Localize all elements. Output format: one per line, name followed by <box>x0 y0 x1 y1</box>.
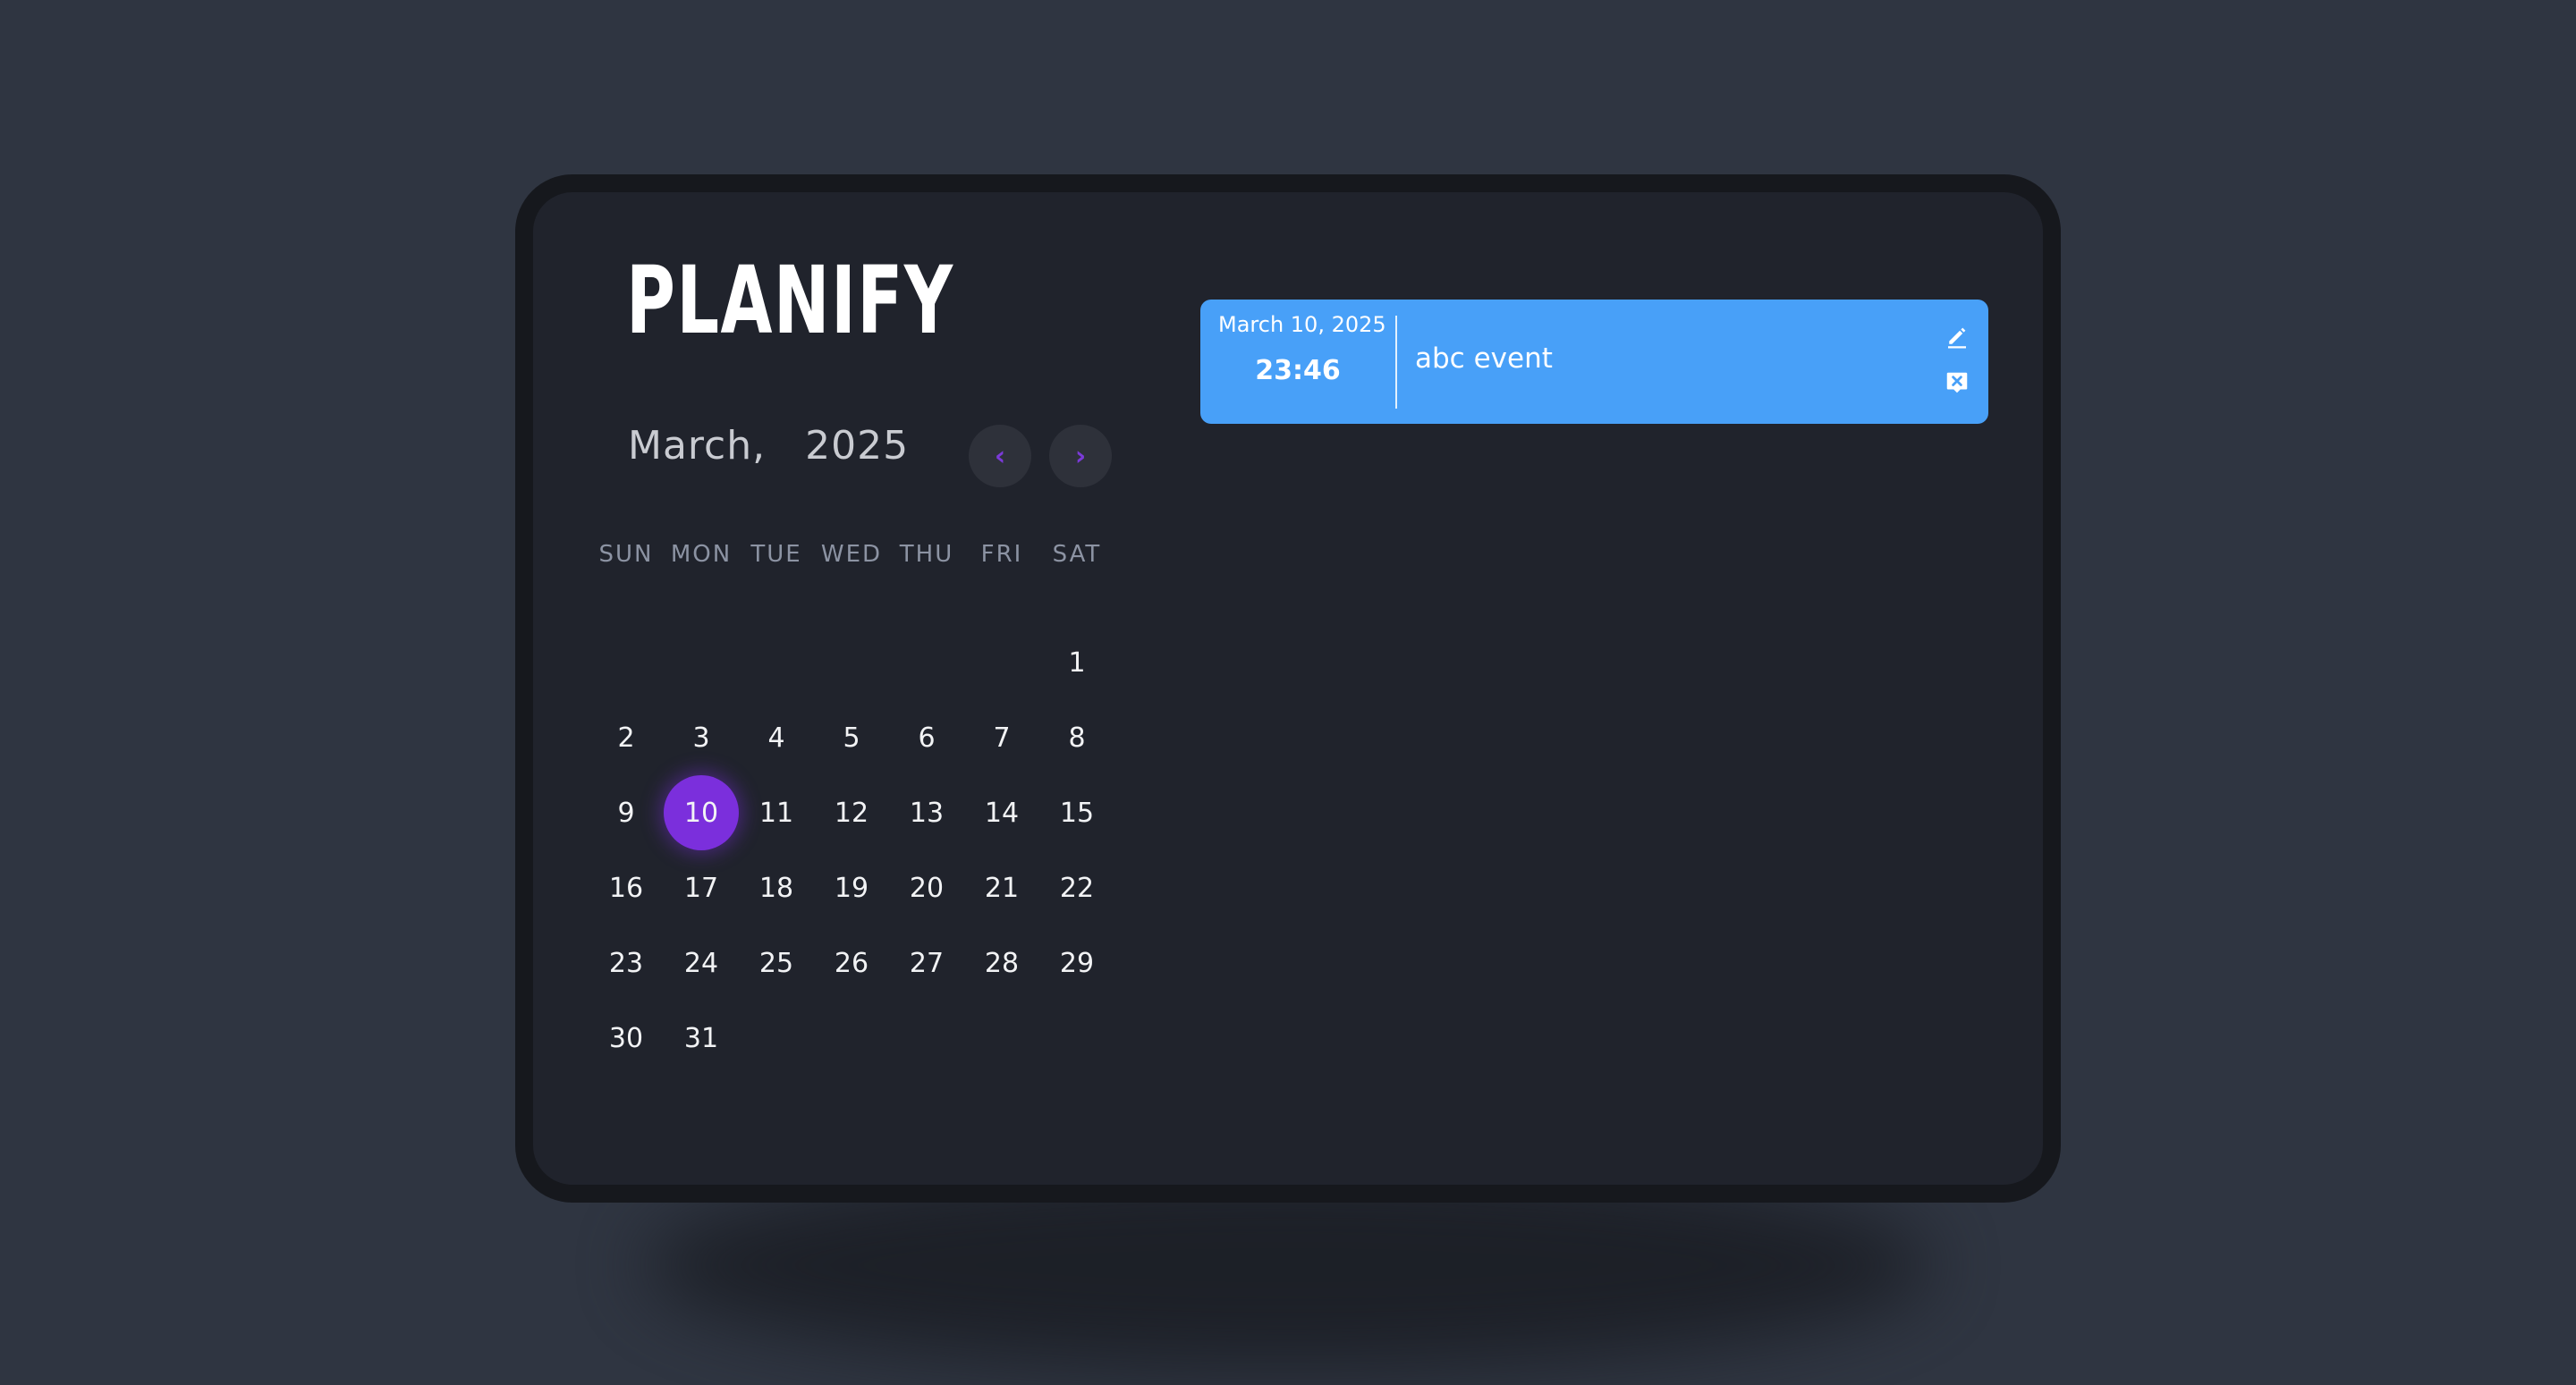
chevron-right-icon: › <box>1074 440 1087 472</box>
day-number: 31 <box>683 1022 719 1054</box>
month-header: March, 2025 <box>628 423 909 469</box>
day-cell-empty <box>964 625 1039 700</box>
day-cell[interactable]: 12 <box>814 775 889 850</box>
event-title: abc event <box>1415 342 1553 375</box>
day-cell[interactable]: 15 <box>1039 775 1114 850</box>
year-label: 2025 <box>805 423 910 469</box>
day-cell[interactable]: 24 <box>664 925 739 1001</box>
day-number: 9 <box>617 797 635 829</box>
day-number: 30 <box>608 1022 644 1054</box>
pencil-icon <box>1948 327 1966 349</box>
day-cell[interactable]: 3 <box>664 700 739 775</box>
day-cell[interactable]: 31 <box>664 1001 739 1076</box>
day-number: 24 <box>683 947 719 979</box>
day-cell[interactable]: 27 <box>889 925 964 1001</box>
weekday-sun: SUN <box>598 541 654 568</box>
day-cell[interactable]: 2 <box>589 700 664 775</box>
weekday-tue: TUE <box>750 541 802 568</box>
day-number: 19 <box>834 872 869 904</box>
day-number: 25 <box>758 947 794 979</box>
day-cell-empty <box>589 625 664 700</box>
day-cell[interactable]: 21 <box>964 850 1039 925</box>
weekday-sat: SAT <box>1052 541 1102 568</box>
day-number: 18 <box>758 872 794 904</box>
day-cell-selected[interactable]: 10 <box>664 775 739 850</box>
day-number: 11 <box>758 797 794 829</box>
edit-event-button[interactable] <box>1944 323 1970 350</box>
event-divider <box>1395 316 1397 409</box>
day-number: 22 <box>1059 872 1095 904</box>
day-number: 21 <box>984 872 1020 904</box>
day-number: 28 <box>984 947 1020 979</box>
day-cell[interactable]: 11 <box>739 775 814 850</box>
day-number: 15 <box>1059 797 1095 829</box>
app-logo: PLANIFY <box>626 246 954 355</box>
day-cell[interactable]: 18 <box>739 850 814 925</box>
day-cell[interactable]: 4 <box>739 700 814 775</box>
month-label: March, <box>628 423 767 469</box>
day-number: 10 <box>664 775 739 850</box>
day-number: 29 <box>1059 947 1095 979</box>
day-cell[interactable]: 1 <box>1039 625 1114 700</box>
day-cell[interactable]: 9 <box>589 775 664 850</box>
day-cell[interactable]: 8 <box>1039 700 1114 775</box>
day-cell[interactable]: 5 <box>814 700 889 775</box>
day-number: 8 <box>1068 722 1086 754</box>
day-cell[interactable]: 30 <box>589 1001 664 1076</box>
day-number: 27 <box>909 947 945 979</box>
day-cell[interactable]: 19 <box>814 850 889 925</box>
day-cell[interactable]: 28 <box>964 925 1039 1001</box>
delete-event-button[interactable] <box>1944 369 1970 396</box>
day-cell[interactable]: 14 <box>964 775 1039 850</box>
day-cell-empty <box>889 625 964 700</box>
day-cell[interactable]: 17 <box>664 850 739 925</box>
day-cell[interactable]: 20 <box>889 850 964 925</box>
app-screen: PLANIFY March, 2025 ‹ › SUN MON TUE WED … <box>533 192 2043 1185</box>
event-card[interactable]: March 10, 2025 23:46 abc event <box>1200 300 1988 424</box>
day-number: 20 <box>909 872 945 904</box>
day-number: 3 <box>692 722 710 754</box>
day-number: 1 <box>1068 646 1086 679</box>
day-cell[interactable]: 29 <box>1039 925 1114 1001</box>
day-number: 6 <box>918 722 936 754</box>
day-number: 7 <box>993 722 1011 754</box>
weekday-header: SUN MON TUE WED THU FRI SAT <box>589 541 1114 568</box>
day-cell[interactable]: 26 <box>814 925 889 1001</box>
day-cell-empty <box>814 625 889 700</box>
day-cell-empty <box>664 625 739 700</box>
app-stage: PLANIFY March, 2025 ‹ › SUN MON TUE WED … <box>0 0 2576 1385</box>
chevron-left-icon: ‹ <box>994 440 1006 472</box>
day-number: 2 <box>617 722 635 754</box>
day-cell[interactable]: 16 <box>589 850 664 925</box>
weekday-wed: WED <box>820 541 883 568</box>
prev-month-button[interactable]: ‹ <box>969 425 1031 487</box>
next-month-button[interactable]: › <box>1049 425 1112 487</box>
day-cell[interactable]: 6 <box>889 700 964 775</box>
close-box-icon <box>1946 372 1968 393</box>
day-number: 16 <box>608 872 644 904</box>
days-grid: 1 2 3 4 5 6 7 8 9 10 11 12 13 14 15 16 17 18 19 20 21 22 23 24 2… <box>589 625 1114 1076</box>
day-number: 4 <box>767 722 785 754</box>
weekday-mon: MON <box>670 541 733 568</box>
day-cell-empty <box>739 625 814 700</box>
day-number: 12 <box>834 797 869 829</box>
day-number: 13 <box>909 797 945 829</box>
weekday-thu: THU <box>899 541 954 568</box>
day-number: 17 <box>683 872 719 904</box>
event-date: March 10, 2025 <box>1218 312 1386 337</box>
day-cell[interactable]: 25 <box>739 925 814 1001</box>
day-number: 26 <box>834 947 869 979</box>
day-number: 5 <box>843 722 860 754</box>
event-time: 23:46 <box>1255 355 1341 386</box>
day-cell[interactable]: 22 <box>1039 850 1114 925</box>
day-cell[interactable]: 23 <box>589 925 664 1001</box>
day-number: 23 <box>608 947 644 979</box>
day-number: 14 <box>984 797 1020 829</box>
weekday-fri: FRI <box>980 541 1023 568</box>
device-frame: PLANIFY March, 2025 ‹ › SUN MON TUE WED … <box>515 174 2061 1203</box>
day-cell[interactable]: 7 <box>964 700 1039 775</box>
day-cell[interactable]: 13 <box>889 775 964 850</box>
